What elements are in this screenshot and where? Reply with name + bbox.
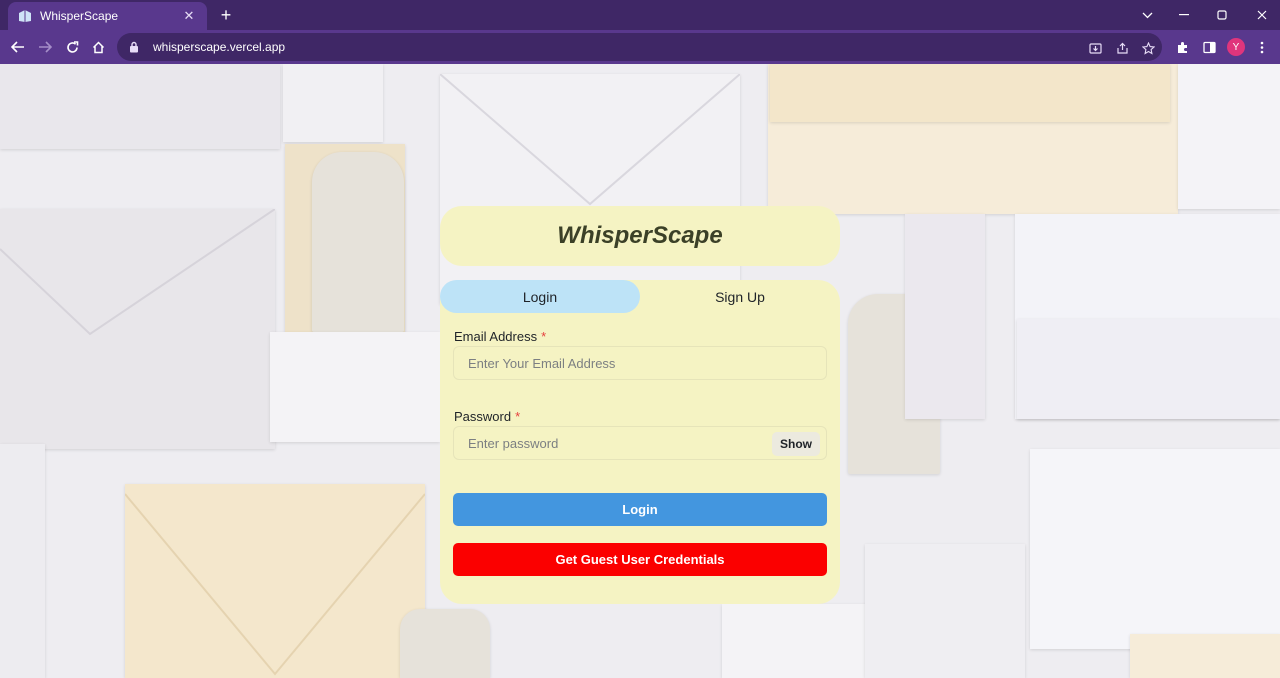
lock-icon[interactable]: [129, 41, 143, 53]
required-mark: *: [541, 329, 547, 344]
password-label-text: Password: [454, 409, 512, 424]
site-favicon-icon: [18, 9, 32, 23]
address-bar[interactable]: whisperscape.vercel.app: [117, 33, 1162, 61]
extensions-icon[interactable]: [1174, 39, 1190, 55]
app-header-card: WhisperScape: [440, 206, 840, 266]
password-field-wrapper: Show: [453, 426, 827, 460]
profile-avatar[interactable]: Y: [1227, 38, 1245, 56]
tab-signup[interactable]: Sign Up: [640, 280, 840, 313]
url-text[interactable]: whisperscape.vercel.app: [153, 40, 285, 54]
email-label: Email Address *: [454, 329, 546, 344]
restore-icon[interactable]: [1204, 0, 1240, 30]
app-title: WhisperScape: [557, 222, 723, 249]
new-tab-button[interactable]: +: [216, 5, 236, 25]
reload-icon[interactable]: [62, 37, 82, 57]
forward-icon[interactable]: [35, 37, 55, 57]
show-password-button[interactable]: Show: [772, 432, 820, 456]
browser-tab[interactable]: WhisperScape ✕: [8, 2, 207, 30]
required-mark: *: [515, 409, 521, 424]
email-field[interactable]: [454, 347, 826, 379]
login-button[interactable]: Login: [453, 493, 827, 526]
tab-search-icon[interactable]: [1129, 0, 1165, 30]
tab-login[interactable]: Login: [440, 280, 640, 313]
auth-tabs: Login Sign Up: [440, 280, 840, 313]
email-label-text: Email Address: [454, 329, 538, 344]
menu-kebab-icon[interactable]: [1254, 39, 1270, 55]
home-icon[interactable]: [88, 37, 108, 57]
minimize-icon[interactable]: [1166, 0, 1202, 30]
password-field[interactable]: [454, 427, 826, 459]
email-field-wrapper: [453, 346, 827, 380]
close-window-icon[interactable]: [1244, 0, 1280, 30]
back-icon[interactable]: [8, 37, 28, 57]
share-icon[interactable]: [1114, 40, 1130, 56]
tab-close-icon[interactable]: ✕: [181, 8, 197, 24]
browser-toolbar: whisperscape.vercel.app Y: [0, 30, 1280, 64]
guest-credentials-button[interactable]: Get Guest User Credentials: [453, 543, 827, 576]
password-label: Password *: [454, 409, 520, 424]
side-panel-icon[interactable]: [1201, 39, 1217, 55]
bookmark-star-icon[interactable]: [1140, 40, 1156, 56]
browser-tab-strip: WhisperScape ✕ +: [0, 0, 1280, 30]
install-app-icon[interactable]: [1087, 40, 1103, 56]
auth-form-card: Login Sign Up Email Address* Password* S…: [440, 280, 840, 604]
tab-title: WhisperScape: [40, 9, 119, 23]
